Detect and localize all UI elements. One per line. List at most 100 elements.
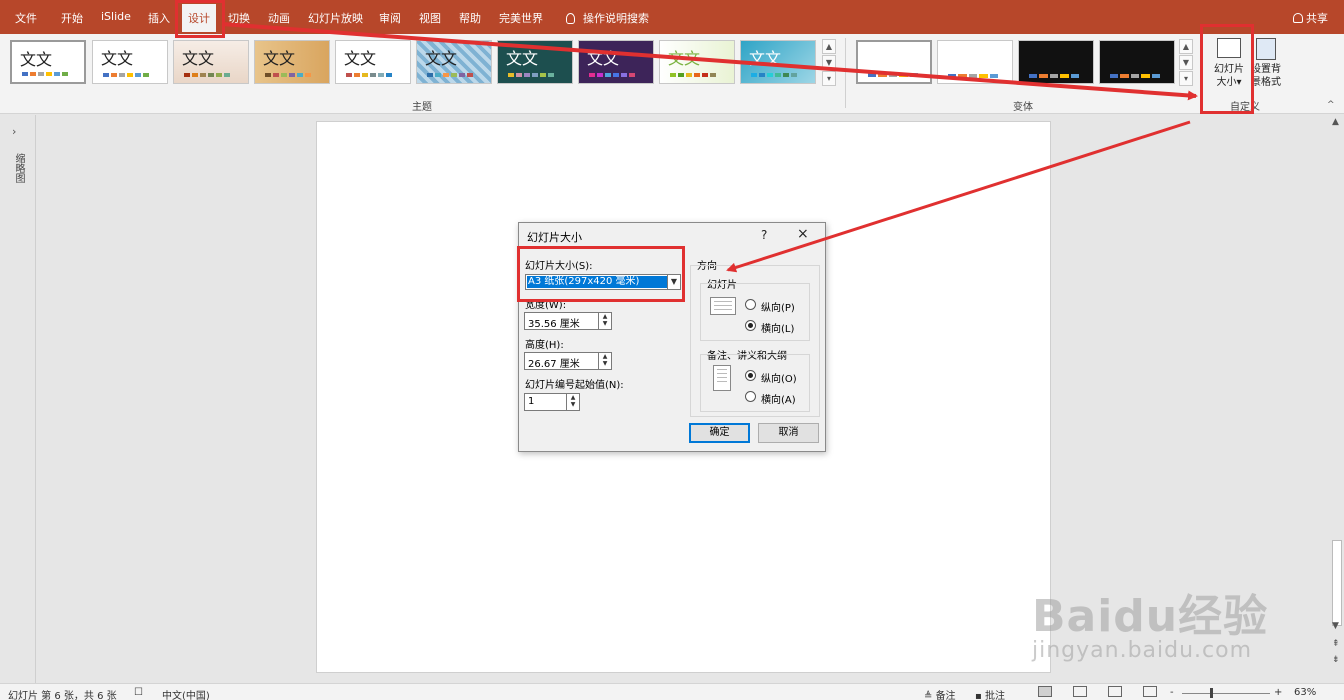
theme-thumb[interactable]: 文文 bbox=[740, 40, 816, 84]
notes-landscape-radio[interactable] bbox=[745, 391, 756, 402]
theme-thumb[interactable]: 文文 bbox=[10, 40, 86, 84]
lightbulb-icon bbox=[566, 13, 575, 24]
collapse-ribbon-icon[interactable]: ^ bbox=[1327, 100, 1335, 110]
scroll-up-icon[interactable]: ▲ bbox=[1179, 39, 1193, 54]
menu-home[interactable]: 开始 bbox=[61, 10, 83, 26]
scroll-up-icon[interactable]: ▲ bbox=[822, 39, 836, 54]
comment-icon: ▪ bbox=[975, 691, 985, 700]
expand-icon[interactable]: › bbox=[12, 125, 16, 138]
width-field[interactable]: 35.56 厘米 ▲ ▼ bbox=[524, 312, 612, 330]
ok-button[interactable]: 确定 bbox=[689, 423, 750, 443]
spinner-icon[interactable]: ▲ ▼ bbox=[566, 394, 579, 410]
height-value: 26.67 厘米 bbox=[528, 359, 580, 370]
start-number-field[interactable]: 1 ▲ ▼ bbox=[524, 393, 580, 411]
theme-thumb[interactable]: 文文 bbox=[659, 40, 735, 84]
slides-landscape-radio[interactable] bbox=[745, 320, 756, 331]
scroll-down-icon[interactable]: ▼ bbox=[1332, 621, 1339, 631]
variant-thumb[interactable] bbox=[1099, 40, 1175, 84]
zoom-out-button[interactable]: - bbox=[1170, 687, 1174, 698]
menu-review[interactable]: 审阅 bbox=[379, 10, 401, 26]
language-indicator[interactable]: 中文(中国) bbox=[162, 687, 210, 700]
slides-portrait-radio[interactable] bbox=[745, 299, 756, 310]
notes-portrait-radio[interactable] bbox=[745, 370, 756, 381]
variant-thumb[interactable] bbox=[1018, 40, 1094, 84]
prev-slide-icon[interactable]: ⇞ bbox=[1332, 639, 1340, 649]
watermark-url: jingyan.baidu.com bbox=[1032, 638, 1253, 663]
slide-size-select[interactable]: A3 纸张(297x420 毫米) ▼ bbox=[525, 274, 681, 290]
slide-size-value: A3 纸张(297x420 毫米) bbox=[527, 276, 667, 288]
scroll-up-icon[interactable]: ▲ bbox=[1332, 117, 1339, 127]
menu-design[interactable]: 设计 bbox=[182, 4, 216, 34]
slide-count: 幻灯片 第 6 张，共 6 张 bbox=[8, 691, 117, 700]
more-icon[interactable]: ▾ bbox=[822, 71, 836, 86]
zoom-slider[interactable] bbox=[1182, 693, 1270, 694]
slides-landscape-label: 横向(L) bbox=[761, 324, 795, 335]
more-icon[interactable]: ▾ bbox=[1179, 71, 1193, 86]
theme-thumb[interactable]: 文文 bbox=[92, 40, 168, 84]
zoom-slider-thumb[interactable] bbox=[1210, 688, 1213, 698]
thumbnail-pane: › 缩略图 bbox=[0, 115, 36, 683]
menu-wanmei[interactable]: 完美世界 bbox=[499, 10, 543, 26]
notes-landscape-label: 横向(A) bbox=[761, 395, 796, 406]
scroll-down-icon[interactable]: ▼ bbox=[822, 55, 836, 70]
slide-sorter-icon[interactable] bbox=[1073, 686, 1087, 697]
height-field[interactable]: 26.67 厘米 ▲ ▼ bbox=[524, 352, 612, 370]
menu-transitions[interactable]: 切换 bbox=[228, 10, 250, 26]
close-icon[interactable]: × bbox=[797, 226, 809, 242]
tell-me-label: 操作说明搜索 bbox=[583, 12, 649, 25]
reading-view-icon[interactable] bbox=[1108, 686, 1122, 697]
menu-help[interactable]: 帮助 bbox=[459, 10, 481, 26]
help-icon[interactable]: ? bbox=[761, 228, 767, 242]
slide-size-dialog: 幻灯片大小 ? × 幻灯片大小(S): A3 纸张(297x420 毫米) ▼ … bbox=[518, 222, 826, 452]
format-bg-label-1: 设置背 bbox=[1251, 64, 1281, 75]
width-label: 宽度(W): bbox=[525, 300, 567, 311]
notes-button[interactable]: ≜ 备注 bbox=[924, 687, 956, 700]
person-icon bbox=[1293, 13, 1303, 23]
theme-sample-text: 文文 bbox=[182, 49, 215, 68]
spinner-icon[interactable]: ▲ ▼ bbox=[598, 313, 611, 329]
theme-thumb[interactable]: 文文 bbox=[497, 40, 573, 84]
width-value: 35.56 厘米 bbox=[528, 319, 580, 330]
tell-me-search[interactable]: 操作说明搜索 bbox=[566, 10, 649, 26]
menu-islide[interactable]: iSlide bbox=[101, 10, 131, 23]
group-divider bbox=[1200, 38, 1201, 108]
theme-thumb[interactable]: 文文 bbox=[416, 40, 492, 84]
zoom-level[interactable]: 63% bbox=[1294, 687, 1316, 698]
theme-thumb[interactable]: 文文 bbox=[335, 40, 411, 84]
vertical-scrollbar[interactable]: ▲ ▼ ⇞ ⇟ bbox=[1330, 115, 1344, 683]
slideshow-icon[interactable] bbox=[1143, 686, 1157, 697]
menu-slideshow[interactable]: 幻灯片放映 bbox=[308, 10, 363, 26]
theme-sample-text: 文文 bbox=[20, 50, 53, 69]
chevron-down-icon: ▾ bbox=[1236, 77, 1242, 88]
format-background-button[interactable]: 设置背 景格式 bbox=[1248, 36, 1284, 89]
theme-thumb[interactable]: 文文 bbox=[173, 40, 249, 84]
variant-thumb[interactable] bbox=[937, 40, 1013, 84]
cancel-button[interactable]: 取消 bbox=[758, 423, 819, 443]
theme-sample-text: 文文 bbox=[587, 49, 620, 68]
share-button[interactable]: 共享 bbox=[1293, 10, 1328, 26]
slide-size-button[interactable]: 幻灯片 大小▾ bbox=[1207, 36, 1251, 89]
theme-sample-text: 文文 bbox=[668, 49, 701, 68]
themes-scroll[interactable]: ▲ ▼ ▾ bbox=[822, 39, 836, 87]
variant-thumb[interactable] bbox=[856, 40, 932, 84]
baidu-watermark: Baidu经验 jingyan.baidu.com bbox=[1032, 580, 1268, 663]
scroll-down-icon[interactable]: ▼ bbox=[1179, 55, 1193, 70]
portrait-page-icon bbox=[713, 365, 731, 391]
menu-file[interactable]: 文件 bbox=[15, 10, 37, 26]
next-slide-icon[interactable]: ⇟ bbox=[1332, 655, 1340, 665]
spinner-icon[interactable]: ▲ ▼ bbox=[598, 353, 611, 369]
landscape-page-icon bbox=[710, 297, 736, 315]
spellcheck-icon[interactable]: ☐ bbox=[134, 687, 143, 698]
slides-portrait-label: 纵向(P) bbox=[761, 303, 795, 314]
theme-thumb[interactable]: 文文 bbox=[578, 40, 654, 84]
variants-scroll[interactable]: ▲ ▼ ▾ bbox=[1179, 39, 1193, 87]
comments-button[interactable]: ▪ 批注 bbox=[975, 687, 1005, 700]
menu-insert[interactable]: 插入 bbox=[148, 10, 170, 26]
zoom-in-button[interactable]: + bbox=[1274, 687, 1282, 698]
scroll-thumb[interactable] bbox=[1332, 540, 1342, 626]
normal-view-icon[interactable] bbox=[1038, 686, 1052, 697]
theme-thumb[interactable]: 文文 bbox=[254, 40, 330, 84]
chevron-down-icon[interactable]: ▼ bbox=[667, 275, 680, 289]
menu-view[interactable]: 视图 bbox=[419, 10, 441, 26]
menu-animations[interactable]: 动画 bbox=[268, 10, 290, 26]
